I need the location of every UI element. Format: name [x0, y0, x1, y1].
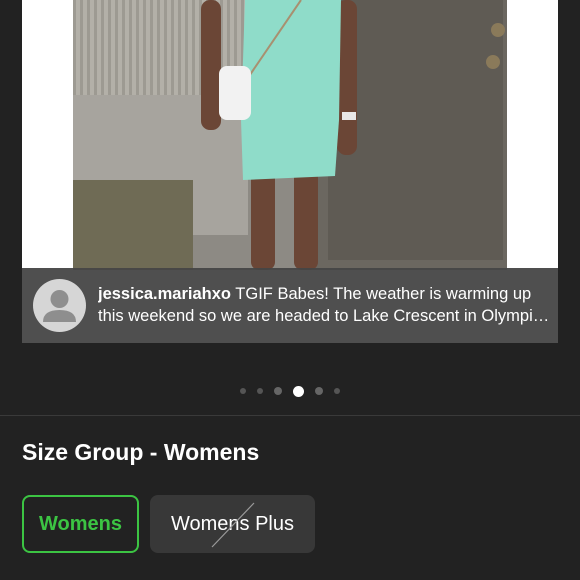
- size-option-label: Womens: [39, 512, 122, 535]
- page-dot[interactable]: [257, 388, 263, 394]
- image-carousel[interactable]: jessica.mariahxo TGIF Babes! The weather…: [22, 0, 558, 343]
- post-caption[interactable]: jessica.mariahxo TGIF Babes! The weather…: [22, 268, 558, 343]
- caption-line-2: this weekend so we are headed to Lake Cr…: [98, 307, 550, 325]
- person-icon: [43, 290, 76, 322]
- page-dot-active[interactable]: [293, 385, 304, 397]
- caption-line-1: TGIF Babes! The weather is warming up: [235, 285, 532, 303]
- page-dot[interactable]: [274, 387, 282, 395]
- page-dot[interactable]: [334, 388, 340, 394]
- photo-illustration: [73, 0, 507, 270]
- size-option-womens-plus[interactable]: Womens Plus: [150, 495, 315, 553]
- page-dot[interactable]: [315, 387, 323, 395]
- avatar[interactable]: [33, 279, 86, 332]
- username[interactable]: jessica.mariahxo: [98, 285, 231, 303]
- size-option-womens[interactable]: Womens: [22, 495, 139, 553]
- listing-photo[interactable]: [73, 0, 507, 270]
- size-option-label: Womens Plus: [170, 512, 294, 535]
- caption-text: jessica.mariahxo TGIF Babes! The weather…: [98, 283, 550, 327]
- carousel-pagination: [0, 384, 580, 398]
- section-divider: [0, 415, 580, 416]
- size-group-heading: Size Group - Womens: [22, 439, 260, 465]
- page-dot[interactable]: [240, 388, 246, 394]
